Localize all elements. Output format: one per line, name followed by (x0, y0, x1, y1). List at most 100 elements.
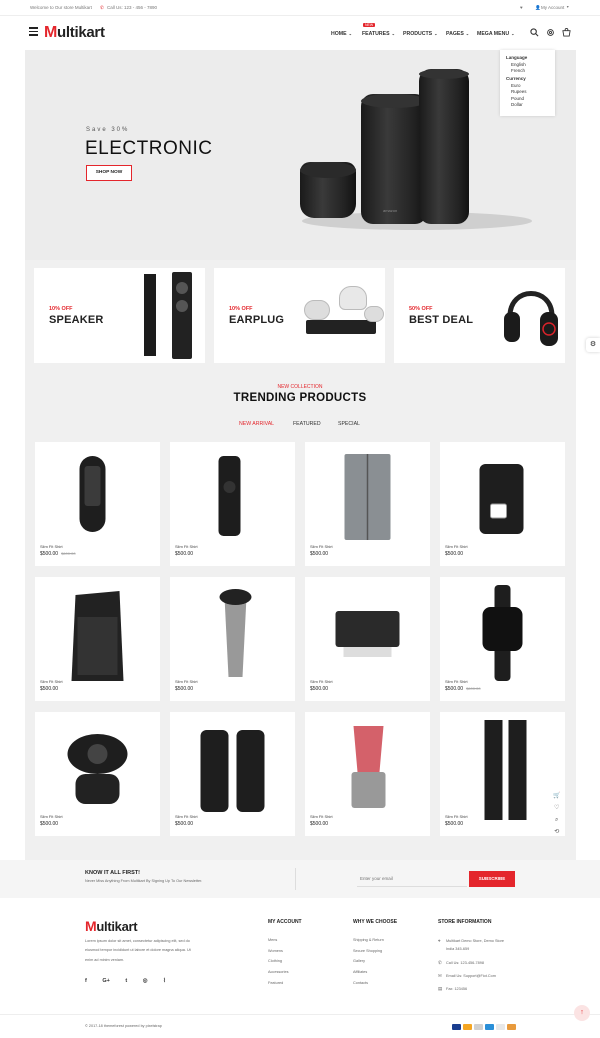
menu-icon[interactable] (29, 27, 38, 36)
product-name[interactable]: Slim Fit Shirt (310, 679, 333, 684)
product-name[interactable]: Slim Fit Shirt (445, 814, 468, 819)
product-price: $500.00 $600.00 (445, 686, 481, 692)
shaver-image (219, 589, 252, 677)
price-current: $500.00 (175, 686, 194, 692)
tab-special[interactable]: SPECIAL (338, 421, 360, 427)
camera-image (364, 306, 384, 322)
hero-title: ELECTRONIC (85, 138, 213, 159)
nav-pages[interactable]: PAGES ⌄ (446, 31, 469, 37)
product-name[interactable]: Slim Fit Shirt (40, 814, 63, 819)
settings-gear-icon[interactable]: ⚙ (586, 338, 600, 352)
nav-features[interactable]: FEATURES ⌄ (362, 31, 395, 37)
gear-icon[interactable] (546, 28, 555, 37)
logo-mark: M (85, 918, 97, 934)
footer-my-account-title: MY ACCOUNT (268, 919, 302, 925)
nav-products[interactable]: PRODUCTS ⌄ (403, 31, 437, 37)
newsletter-bar: KNOW IT ALL FIRST! Never Miss Anything F… (0, 860, 600, 898)
product-card[interactable]: Slim Fit Shirt $500.00 (170, 577, 295, 701)
store-email[interactable]: Email Us: Support@Fiot.Com (446, 974, 496, 978)
category-card-speaker[interactable]: 10% OFF SPEAKER (34, 268, 205, 363)
footer-link[interactable]: Affiliates (353, 970, 367, 974)
currency-option[interactable]: Euro (511, 83, 521, 88)
echo-tall-image (419, 69, 469, 224)
product-name[interactable]: Slim Fit Shirt (310, 814, 333, 819)
smartwatch-image (482, 585, 523, 681)
rss-icon[interactable]: ⌇ (163, 978, 166, 984)
product-card[interactable]: Slim Fit Shirt $500.00 (305, 712, 430, 836)
footer-logo[interactable]: Multikart (85, 918, 138, 934)
cart-icon[interactable] (562, 28, 571, 37)
footer-link[interactable]: Secure Shopping (353, 949, 382, 953)
product-card[interactable]: Slim Fit Shirt $500.00 (170, 712, 295, 836)
tab-featured[interactable]: FEATURED (293, 421, 321, 427)
nav-home[interactable]: HOME ⌄ (331, 31, 352, 37)
subscribe-button[interactable]: SUBSCRIBE (469, 871, 515, 887)
newsletter-title: KNOW IT ALL FIRST! (85, 870, 140, 876)
footer-store-title: STORE INFORMATION (438, 919, 492, 925)
currency-option[interactable]: Rupees (511, 89, 527, 94)
footer-link[interactable]: Gallery (353, 959, 365, 963)
welcome-text: Welcome to Our store Multikart (30, 5, 92, 10)
footer-link[interactable]: Clothing (268, 959, 282, 963)
product-card[interactable]: Slim Fit Shirt $500.00 (440, 442, 565, 566)
facebook-icon[interactable]: f (85, 978, 87, 984)
footer-link[interactable]: Shipping & Return (353, 938, 384, 942)
language-option[interactable]: French (511, 68, 525, 73)
tab-new-arrival[interactable]: NEW ARRIVAL (239, 421, 274, 427)
product-name[interactable]: Slim Fit Shirt (175, 544, 198, 549)
footer-link[interactable]: Womens (268, 949, 283, 953)
echo-speaker-image: amazon (361, 94, 427, 224)
footer-link[interactable]: Featured (268, 981, 283, 985)
language-option[interactable]: English (511, 62, 526, 67)
heart-icon[interactable]: ♥ (520, 5, 523, 10)
compare-icon[interactable]: ⟲ (553, 826, 560, 838)
shop-now-button[interactable]: SHOP NOW (86, 165, 132, 181)
nav-products-label: PRODUCTS (403, 31, 433, 37)
product-card[interactable]: Slim Fit Shirt $500.00 (35, 712, 160, 836)
search-icon[interactable] (530, 28, 539, 37)
product-card[interactable]: Slim Fit Shirt $500.00 (35, 577, 160, 701)
category-card-best-deal[interactable]: 50% OFF BEST DEAL (394, 268, 565, 363)
google-plus-icon[interactable]: G+ (102, 978, 110, 984)
product-name[interactable]: Slim Fit Shirt (175, 679, 198, 684)
cart-icon[interactable]: 🛒 (553, 790, 560, 802)
visa-icon (452, 1024, 461, 1030)
twitter-icon[interactable]: t (125, 978, 127, 984)
search-icon[interactable]: ⌕ (553, 814, 560, 826)
footer-link[interactable]: Contacts (353, 981, 368, 985)
currency-option[interactable]: Pound (511, 96, 524, 101)
product-name[interactable]: Slim Fit Shirt (175, 814, 198, 819)
footer-link[interactable]: Mens (268, 938, 277, 942)
chevron-down-icon: ⌄ (348, 31, 352, 36)
price-old: $600.00 (61, 551, 76, 556)
product-name[interactable]: Slim Fit Shirt (445, 679, 468, 684)
product-card[interactable]: Slim Fit Shirt $500.00 $600.00 (440, 577, 565, 701)
instagram-icon[interactable]: ◎ (143, 978, 148, 984)
nav-mega-menu[interactable]: MEGA MENU ⌄ (477, 31, 514, 37)
product-card[interactable]: Slim Fit Shirt $500.00 (440, 712, 565, 836)
tv-remote-image (218, 456, 241, 536)
new-collection-kicker: NEW COLLECTION (277, 384, 323, 390)
product-card[interactable]: Slim Fit Shirt $500.00 (305, 442, 430, 566)
email-input[interactable] (357, 871, 467, 887)
product-name[interactable]: Slim Fit Shirt (445, 544, 468, 549)
product-card[interactable]: Slim Fit Shirt $500.00 $600.00 (35, 442, 160, 566)
product-card[interactable]: Slim Fit Shirt $500.00 (305, 577, 430, 701)
product-name[interactable]: Slim Fit Shirt (40, 679, 63, 684)
heart-icon[interactable]: ♡ (553, 802, 560, 814)
currency-option[interactable]: Dollar (511, 102, 523, 107)
logo[interactable]: Multikart (44, 24, 105, 42)
product-card[interactable]: Slim Fit Shirt $500.00 (170, 442, 295, 566)
chevron-down-icon: ⌄ (465, 31, 470, 36)
product-price: $500.00 $600.00 (40, 551, 76, 557)
amex-icon (485, 1024, 494, 1030)
my-account-link[interactable]: My Account (541, 5, 564, 10)
footer-link[interactable]: Accessories (268, 970, 288, 974)
user-icon[interactable]: 👤 (535, 5, 541, 11)
category-card-earplug[interactable]: 10% OFF EARPLUG (214, 268, 385, 363)
chevron-down-icon: ⌄ (434, 31, 438, 36)
logo-text: ultikart (96, 919, 138, 934)
product-name[interactable]: Slim Fit Shirt (310, 544, 333, 549)
back-to-top-icon[interactable]: ↑ (574, 1005, 590, 1021)
product-name[interactable]: Slim Fit Shirt (40, 544, 63, 549)
